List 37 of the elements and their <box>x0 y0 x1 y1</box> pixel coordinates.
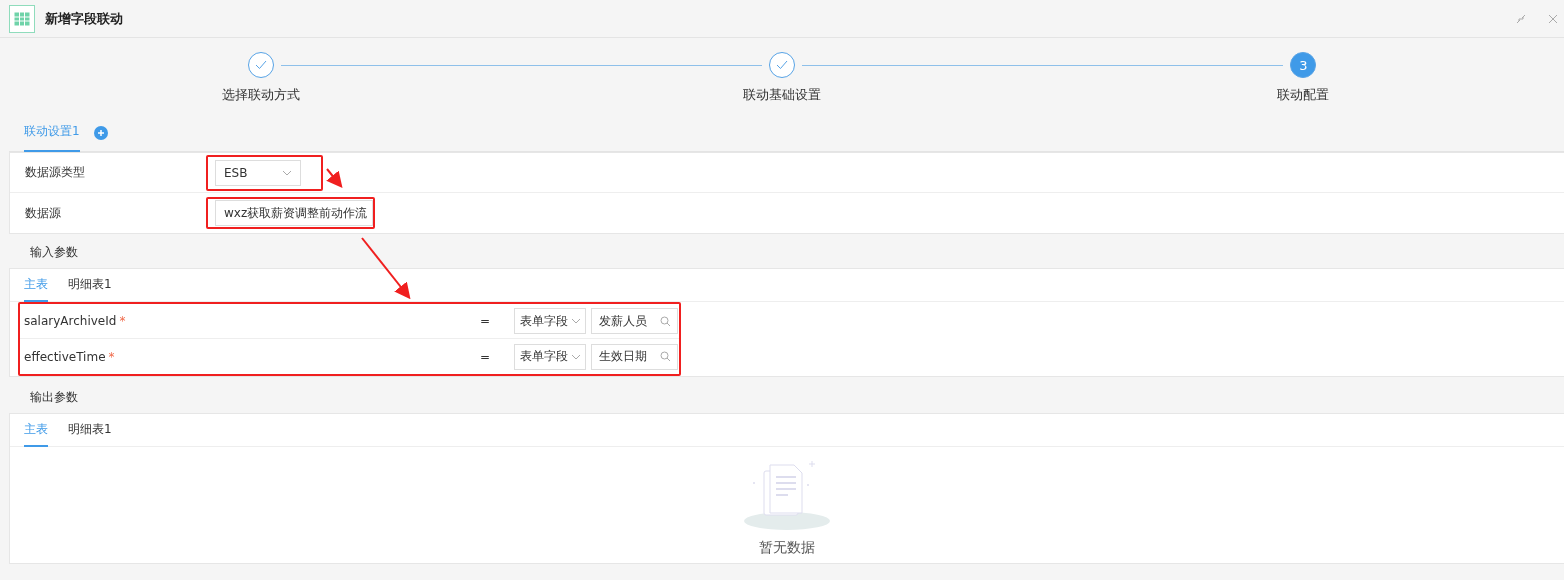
caret-icon <box>282 169 292 176</box>
empty-text: 暂无数据 <box>759 539 815 557</box>
source-field[interactable]: wxz获取薪资调整前动作流 <box>215 200 373 226</box>
step-label: 选择联动方式 <box>221 86 300 104</box>
annotation-arrow <box>361 237 411 300</box>
type-select[interactable]: ESB <box>215 159 301 186</box>
empty-document-icon <box>742 459 832 533</box>
field-picker[interactable]: 发薪人员 <box>591 308 678 334</box>
search-icon <box>660 315 671 327</box>
operator: = <box>479 314 491 328</box>
add-button[interactable] <box>93 125 108 140</box>
field-picker[interactable]: 生效日期 <box>591 343 678 370</box>
search-icon <box>660 351 671 362</box>
param-name: salaryArchiveId * <box>23 314 127 328</box>
param-name: effectiveTime * <box>23 349 116 364</box>
window-title: 新增字段联动 <box>45 9 124 28</box>
operator: = <box>479 349 491 364</box>
table-tab[interactable]: 明细表1 <box>68 268 112 302</box>
annotation-arrow <box>326 168 343 189</box>
shrink-icon <box>1516 13 1526 24</box>
step-label: 联动基础设置 <box>743 86 821 104</box>
section-title: 输出参数 <box>30 388 78 406</box>
step-check-icon <box>769 52 795 78</box>
table-tab[interactable]: 明细表1 <box>68 413 112 447</box>
table-icon <box>9 4 35 33</box>
caret-icon <box>571 318 581 324</box>
source-select[interactable]: 表单字段 <box>514 343 586 370</box>
source-select[interactable]: 表单字段 <box>514 308 586 334</box>
caret-icon <box>571 353 581 360</box>
section-title: 输入参数 <box>30 243 78 261</box>
close-icon <box>1548 13 1558 24</box>
field-label: 数据源 <box>24 204 62 222</box>
step-check-icon <box>247 52 274 78</box>
plus-icon <box>96 128 105 137</box>
step-label: 联动配置 <box>1277 86 1330 104</box>
step-number: 3 <box>1290 52 1317 78</box>
field-label: 数据源类型 <box>24 164 86 181</box>
